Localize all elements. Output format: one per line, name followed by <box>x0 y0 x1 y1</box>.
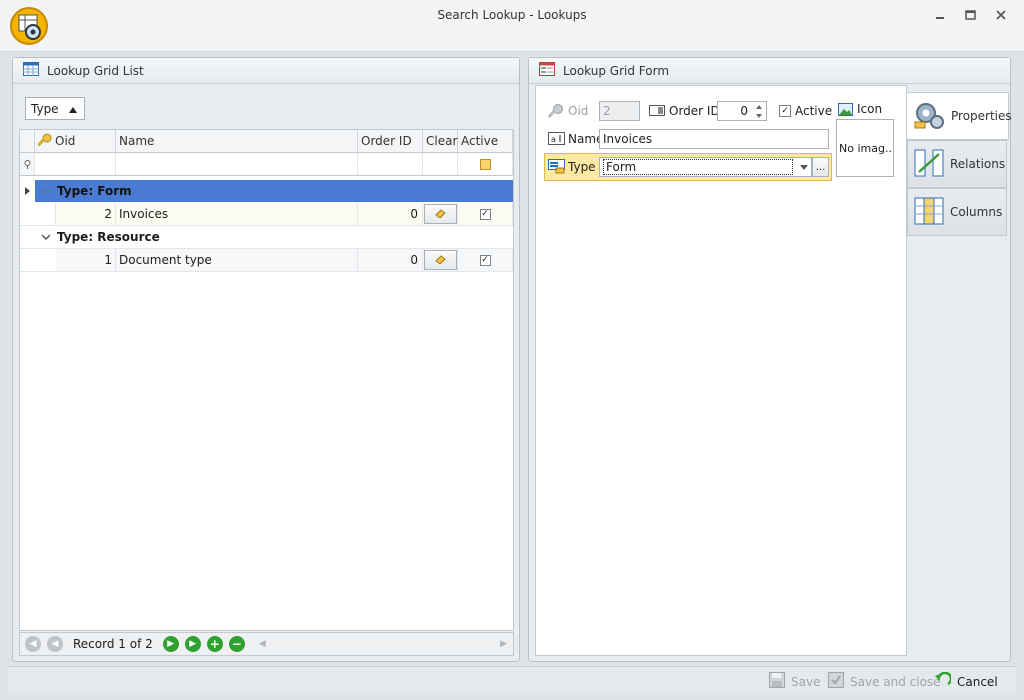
prev-record-icon[interactable]: ◀ <box>47 636 63 652</box>
sort-ascending-icon <box>68 102 77 116</box>
cancel-button[interactable]: Cancel <box>934 671 998 691</box>
next-record-icon[interactable]: ▶ <box>162 636 179 652</box>
title-bar: Search Lookup - Lookups <box>0 0 1024 52</box>
tab-properties[interactable]: Properties <box>907 92 1012 140</box>
cell-oid[interactable]: 1 <box>56 249 116 271</box>
lookup-field-icon <box>548 159 565 177</box>
tab-columns[interactable]: Columns <box>907 188 1007 236</box>
cell-order-id[interactable]: 0 <box>358 203 423 225</box>
icon-label: Icon <box>857 102 883 116</box>
eraser-icon <box>434 253 446 267</box>
undo-icon <box>934 671 953 691</box>
relations-icon <box>914 148 944 181</box>
icon-image-box[interactable]: No imag... <box>836 119 894 177</box>
scroll-right-icon[interactable]: ▶ <box>500 639 507 649</box>
last-record-icon[interactable]: ▶ <box>184 636 201 652</box>
tab-relations[interactable]: Relations <box>907 140 1007 188</box>
active-checkbox[interactable]: ✓ <box>479 254 491 266</box>
save-icon <box>769 672 785 691</box>
spin-down-icon <box>756 113 762 118</box>
text-field-icon: a <box>548 132 565 148</box>
clear-button[interactable] <box>423 250 457 270</box>
active-checkbox[interactable]: ✓ <box>479 208 491 220</box>
filter-active-checkbox[interactable] <box>458 153 513 175</box>
bottom-action-bar: Save Save and close Cancel <box>8 666 1016 695</box>
svg-text:a: a <box>551 135 556 144</box>
remove-record-icon[interactable]: − <box>228 636 245 652</box>
cell-name[interactable]: Document type <box>116 249 358 271</box>
filter-name[interactable] <box>116 153 358 175</box>
first-record-icon[interactable]: ◀ <box>25 636 41 652</box>
row-indicator-header <box>20 130 35 153</box>
key-icon <box>37 133 52 150</box>
panel-title: Lookup Grid List <box>47 63 144 78</box>
order-id-label: Order ID <box>669 104 720 118</box>
order-id-icon <box>649 105 665 119</box>
column-header-name[interactable]: Name <box>116 130 358 153</box>
columns-icon <box>914 196 944 229</box>
name-field[interactable]: Invoices <box>599 129 829 149</box>
dropdown-arrow-icon[interactable] <box>796 158 811 176</box>
record-counter: Record 1 of 2 <box>73 637 153 651</box>
lookup-grid: Oid Name Order ID Clear Active Type: For… <box>19 129 514 631</box>
group-row-form[interactable]: Type: Form <box>20 180 513 202</box>
collapse-chevron-icon[interactable] <box>35 234 57 240</box>
oid-field[interactable]: 2 <box>599 101 640 121</box>
group-label: Type: Resource <box>57 230 160 244</box>
lookup-grid-form-header: Lookup Grid Form <box>529 58 1010 84</box>
filter-order-id[interactable] <box>358 153 423 175</box>
active-checkbox[interactable]: ✓ <box>779 105 791 117</box>
filter-icon <box>20 153 35 175</box>
minimize-icon[interactable] <box>928 6 952 24</box>
scroll-left-icon[interactable]: ◀ <box>259 639 266 649</box>
grid-icon <box>23 62 39 79</box>
filter-oid[interactable] <box>35 153 116 175</box>
image-icon <box>838 103 853 119</box>
group-chip-label: Type <box>31 101 59 116</box>
order-id-spinner[interactable] <box>752 102 766 120</box>
spin-up-icon <box>756 104 762 109</box>
clear-button[interactable] <box>423 204 457 224</box>
gears-icon <box>913 100 945 133</box>
filter-clear[interactable] <box>423 153 458 175</box>
group-label: Type: Form <box>57 184 132 198</box>
column-header-oid[interactable]: Oid <box>35 130 116 153</box>
save-and-close-button[interactable]: Save and close <box>828 672 941 691</box>
type-combobox[interactable]: Form <box>599 157 812 177</box>
add-record-icon[interactable]: + <box>206 636 223 652</box>
save-button[interactable]: Save <box>769 672 820 691</box>
save-close-icon <box>828 672 844 691</box>
window-title: Search Lookup - Lookups <box>437 8 587 22</box>
indeterminate-checkbox-icon <box>479 158 491 170</box>
record-navigator: ◀ ◀ Record 1 of 2 ▶ ▶ + − ◀ ▶ <box>19 632 514 656</box>
key-icon <box>547 103 564 122</box>
type-label: Type <box>568 160 596 174</box>
group-row-resource[interactable]: Type: Resource <box>20 226 513 248</box>
restore-icon[interactable] <box>958 6 982 24</box>
column-header-active[interactable]: Active <box>458 130 513 153</box>
column-header-order-id[interactable]: Order ID <box>358 130 423 153</box>
cell-order-id[interactable]: 0 <box>358 249 423 271</box>
eraser-icon <box>434 207 446 221</box>
cell-name[interactable]: Invoices <box>116 203 358 225</box>
form-icon <box>539 62 555 79</box>
lookup-grid-list-header: Lookup Grid List <box>13 58 519 84</box>
cell-oid[interactable]: 2 <box>56 203 116 225</box>
close-icon[interactable] <box>989 6 1013 24</box>
panel-title: Lookup Grid Form <box>563 63 670 78</box>
collapse-chevron-icon[interactable] <box>35 188 57 194</box>
row-indicator-arrow-icon <box>20 180 35 202</box>
column-header-clear[interactable]: Clear <box>423 130 458 153</box>
oid-label: Oid <box>568 104 589 118</box>
active-label: Active <box>795 104 833 118</box>
ellipsis-button[interactable]: ... <box>812 157 829 177</box>
group-by-type-chip[interactable]: Type <box>25 97 85 120</box>
